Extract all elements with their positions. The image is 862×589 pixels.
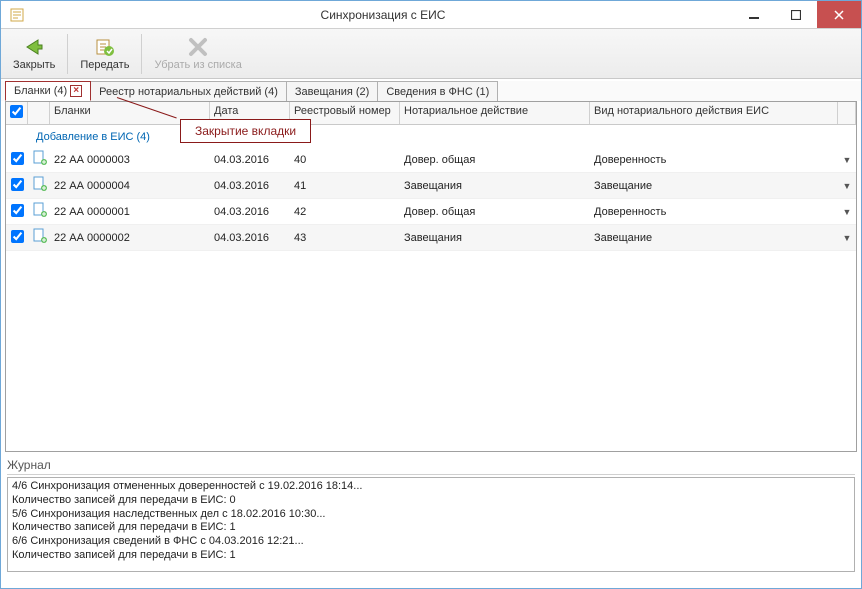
cell-reg: 43 bbox=[290, 230, 400, 246]
tabs: Бланки (4) × Реестр нотариальных действи… bbox=[1, 81, 861, 101]
remove-button: Убрать из списка bbox=[148, 31, 247, 77]
cell-act: Завещания bbox=[400, 230, 590, 246]
cell-blank: 22 АА 0000004 bbox=[50, 178, 210, 194]
cell-type: Завещание bbox=[590, 230, 838, 246]
log-line: Количество записей для передачи в ЕИС: 1 bbox=[12, 549, 850, 563]
header-checkbox-cell[interactable] bbox=[6, 102, 28, 124]
toolbar-separator bbox=[141, 34, 142, 74]
table-row[interactable]: 22 АА 0000004 04.03.2016 41 Завещания За… bbox=[6, 173, 856, 199]
window-title: Синхронизация с ЕИС bbox=[33, 8, 733, 22]
cell-reg: 41 bbox=[290, 178, 400, 194]
table-row[interactable]: 22 АА 0000001 04.03.2016 42 Довер. общая… bbox=[6, 199, 856, 225]
annotation-callout: Закрытие вкладки bbox=[180, 119, 311, 143]
send-button-label: Передать bbox=[80, 59, 129, 71]
send-icon bbox=[94, 36, 116, 58]
row-checkbox[interactable] bbox=[11, 230, 24, 243]
cell-date: 04.03.2016 bbox=[210, 204, 290, 220]
cell-act: Довер. общая bbox=[400, 152, 590, 168]
row-dropdown-icon[interactable]: ▼ bbox=[838, 231, 856, 245]
cell-date: 04.03.2016 bbox=[210, 178, 290, 194]
log-line: Количество записей для передачи в ЕИС: 0 bbox=[12, 494, 850, 508]
log-line: Количество записей для передачи в ЕИС: 1 bbox=[12, 521, 850, 535]
grid-header: Бланки Дата Реестровый номер Нотариально… bbox=[6, 102, 856, 125]
col-type[interactable]: Вид нотариального действия ЕИС bbox=[590, 102, 838, 124]
toolbar: Закрыть Передать Убрать из списка bbox=[1, 29, 861, 79]
tab-fns[interactable]: Сведения в ФНС (1) bbox=[377, 81, 498, 101]
cell-date: 04.03.2016 bbox=[210, 152, 290, 168]
grid-body: Добавление в ЕИС (4) 22 АА 0000003 04.03… bbox=[6, 125, 856, 451]
col-act[interactable]: Нотариальное действие bbox=[400, 102, 590, 124]
tab-label: Сведения в ФНС (1) bbox=[386, 86, 489, 98]
log-line: 6/6 Синхронизация сведений в ФНС с 04.03… bbox=[12, 535, 850, 549]
tab-close-icon[interactable]: × bbox=[70, 85, 82, 97]
row-dropdown-icon[interactable]: ▼ bbox=[838, 179, 856, 193]
cell-type: Доверенность bbox=[590, 204, 838, 220]
app-icon bbox=[7, 5, 27, 25]
select-all-checkbox[interactable] bbox=[10, 105, 23, 118]
journal-title: Журнал bbox=[7, 458, 855, 475]
arrow-left-icon bbox=[23, 36, 45, 58]
minimize-button[interactable] bbox=[733, 1, 775, 28]
document-icon bbox=[28, 148, 50, 171]
document-icon bbox=[28, 174, 50, 197]
document-icon bbox=[28, 226, 50, 249]
table-row[interactable]: 22 АА 0000003 04.03.2016 40 Довер. общая… bbox=[6, 147, 856, 173]
table-row[interactable]: 22 АА 0000002 04.03.2016 43 Завещания За… bbox=[6, 225, 856, 251]
document-icon bbox=[28, 200, 50, 223]
tab-label: Реестр нотариальных действий (4) bbox=[99, 86, 278, 98]
send-button[interactable]: Передать bbox=[74, 31, 135, 77]
row-dropdown-icon[interactable]: ▼ bbox=[838, 205, 856, 219]
row-checkbox[interactable] bbox=[11, 178, 24, 191]
close-button[interactable]: Закрыть bbox=[7, 31, 61, 77]
cell-date: 04.03.2016 bbox=[210, 230, 290, 246]
close-button-label: Закрыть bbox=[13, 59, 55, 71]
cell-blank: 22 АА 0000001 bbox=[50, 204, 210, 220]
remove-button-label: Убрать из списка bbox=[154, 59, 241, 71]
remove-icon bbox=[187, 36, 209, 58]
maximize-button[interactable] bbox=[775, 1, 817, 28]
cell-reg: 42 bbox=[290, 204, 400, 220]
row-checkbox[interactable] bbox=[11, 152, 24, 165]
col-dropdown bbox=[838, 102, 856, 124]
cell-type: Завещание bbox=[590, 178, 838, 194]
cell-act: Завещания bbox=[400, 178, 590, 194]
grid: Бланки Дата Реестровый номер Нотариально… bbox=[5, 101, 857, 452]
tab-label: Завещания (2) bbox=[295, 86, 369, 98]
cell-blank: 22 АА 0000003 bbox=[50, 152, 210, 168]
toolbar-separator bbox=[67, 34, 68, 74]
cell-type: Доверенность bbox=[590, 152, 838, 168]
cell-act: Довер. общая bbox=[400, 204, 590, 220]
row-dropdown-icon[interactable]: ▼ bbox=[838, 153, 856, 167]
group-row[interactable]: Добавление в ЕИС (4) bbox=[6, 125, 856, 147]
tab-wills[interactable]: Завещания (2) bbox=[286, 81, 378, 101]
journal-log[interactable]: 4/6 Синхронизация отмененных доверенност… bbox=[7, 477, 855, 572]
tab-label: Бланки (4) bbox=[14, 85, 67, 97]
row-checkbox[interactable] bbox=[11, 204, 24, 217]
cell-reg: 40 bbox=[290, 152, 400, 168]
titlebar: Синхронизация с ЕИС bbox=[1, 1, 861, 29]
close-window-button[interactable] bbox=[817, 1, 861, 28]
log-line: 5/6 Синхронизация наследственных дел с 1… bbox=[12, 508, 850, 522]
cell-blank: 22 АА 0000002 bbox=[50, 230, 210, 246]
tab-blanks[interactable]: Бланки (4) × bbox=[5, 81, 91, 101]
header-icon-cell bbox=[28, 102, 50, 124]
log-line: 4/6 Синхронизация отмененных доверенност… bbox=[12, 480, 850, 494]
